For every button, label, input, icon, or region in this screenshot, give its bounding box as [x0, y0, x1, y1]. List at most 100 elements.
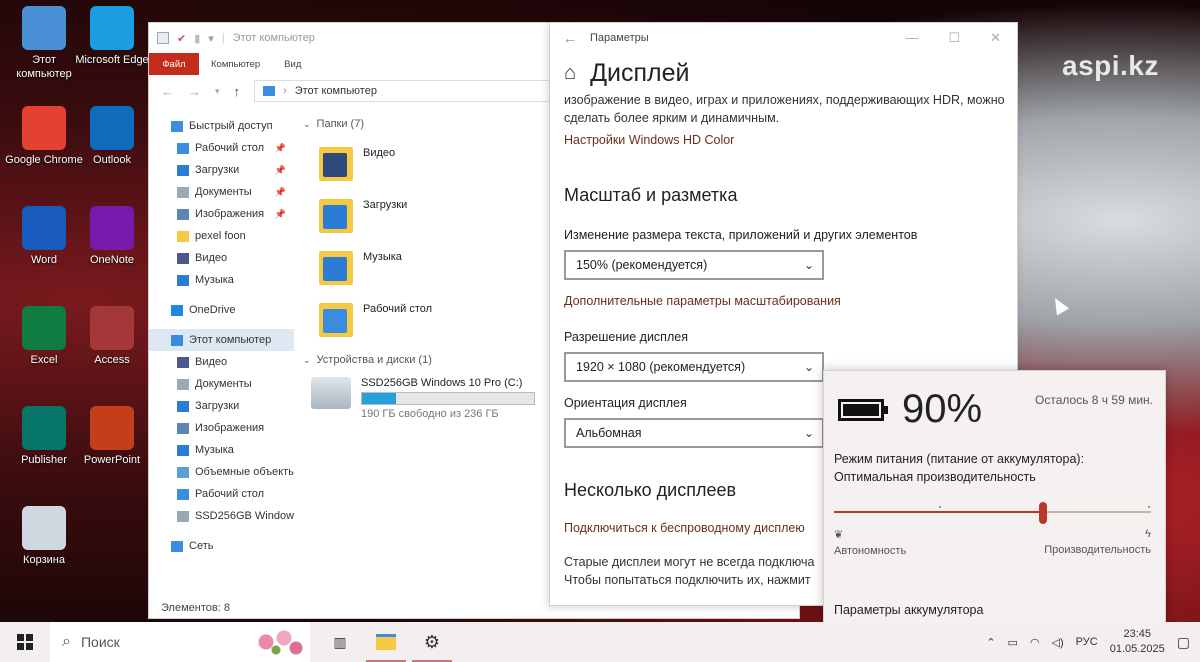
- up-arrow-icon[interactable]: ↑: [234, 84, 241, 99]
- quick-access-toolbar-icon[interactable]: [157, 32, 169, 44]
- search-placeholder: Поиск: [80, 634, 120, 650]
- clock-date: 01.05.2025: [1109, 643, 1165, 655]
- hdr-description: изображение в видео, играх и приложениях…: [564, 93, 1005, 125]
- chevron-down-icon: ⌄: [803, 426, 814, 440]
- recent-dropdown-icon[interactable]: ▾: [215, 86, 220, 97]
- nav-item-label: pexel foon: [195, 230, 246, 242]
- folder-icon[interactable]: ▮: [194, 32, 200, 45]
- drive-icon: [311, 377, 351, 409]
- home-icon[interactable]: ⌂: [564, 62, 576, 85]
- forward-arrow-icon[interactable]: →: [188, 84, 201, 99]
- drive-free-space: 190 ГБ свободно из 236 ГБ: [361, 408, 499, 420]
- resolution-dropdown[interactable]: 1920 × 1080 (рекомендуется) ⌄: [564, 352, 824, 382]
- powerpoint-icon: [90, 406, 134, 450]
- back-arrow-icon[interactable]: ←: [550, 30, 590, 46]
- nav-item[interactable]: Быстрый доступ: [149, 115, 294, 137]
- nav-item-label: SSD256GB Window: [195, 510, 294, 522]
- orientation-dropdown[interactable]: Альбомная ⌄: [564, 418, 824, 448]
- nav-item[interactable]: OneDrive: [149, 299, 294, 321]
- maximize-icon[interactable]: ☐: [948, 30, 960, 46]
- lightning-icon: ϟ: [1145, 528, 1151, 540]
- tab-computer[interactable]: Компьютер: [199, 53, 272, 75]
- desktop-icon-access[interactable]: Access: [72, 306, 152, 367]
- desktop-icon-recycle-bin[interactable]: Корзина: [4, 506, 84, 567]
- address-bar[interactable]: › Этот компьютер: [254, 80, 555, 102]
- power-mode-value: Оптимальная производительность: [834, 470, 1036, 484]
- desktop-icon: [177, 142, 189, 154]
- nav-item-label: Быстрый доступ: [189, 120, 273, 132]
- desktop-icon-label: Корзина: [23, 554, 65, 566]
- nav-item[interactable]: Загрузки: [149, 395, 294, 417]
- desktop-icon-label: Outlook: [93, 154, 131, 166]
- battery-icon: [838, 398, 888, 421]
- notifications-icon[interactable]: ▢: [1177, 634, 1190, 651]
- nav-item[interactable]: SSD256GB Window: [149, 505, 294, 527]
- language-indicator[interactable]: РУС: [1076, 636, 1098, 648]
- settings-gear-icon[interactable]: ⚙: [412, 630, 452, 662]
- chevron-down-icon[interactable]: ▾: [208, 32, 214, 45]
- advanced-scaling-link[interactable]: Дополнительные параметры масштабирования: [564, 294, 1007, 308]
- checkmark-icon[interactable]: ✔: [177, 32, 186, 45]
- scale-dropdown[interactable]: 150% (рекомендуется) ⌄: [564, 250, 824, 280]
- hd-color-link[interactable]: Настройки Windows HD Color: [564, 133, 1007, 147]
- minimize-icon[interactable]: —: [905, 30, 918, 46]
- slider-thumb[interactable]: [1039, 502, 1048, 524]
- nav-item[interactable]: Музыка: [149, 269, 294, 291]
- publisher-icon: [22, 406, 66, 450]
- desktop-icon: [177, 488, 189, 500]
- desktop-icon-powerpoint[interactable]: PowerPoint: [72, 406, 152, 467]
- desktop-icon-outlook[interactable]: Outlook: [72, 106, 152, 167]
- nav-item[interactable]: Загрузки 📌: [149, 159, 294, 181]
- desktop-icon-onenote[interactable]: OneNote: [72, 206, 152, 267]
- tab-file[interactable]: Файл: [149, 53, 199, 75]
- task-view-icon[interactable]: ▥: [328, 630, 352, 654]
- power-mode-slider[interactable]: [834, 502, 1151, 524]
- nav-item[interactable]: Изображения: [149, 417, 294, 439]
- nav-item[interactable]: Видео: [149, 247, 294, 269]
- chevron-down-icon: ⌄: [303, 118, 311, 129]
- chevron-up-icon[interactable]: ⌃: [986, 636, 995, 649]
- nav-item-label: Загрузки: [195, 400, 240, 412]
- nav-item[interactable]: pexel foon: [149, 225, 294, 247]
- nav-item[interactable]: Рабочий стол 📌: [149, 137, 294, 159]
- resolution-value: 1920 × 1080 (рекомендуется): [576, 360, 746, 374]
- chevron-down-icon: ⌄: [803, 360, 814, 374]
- start-button[interactable]: [0, 634, 50, 650]
- address-chevron-icon: ›: [283, 85, 287, 97]
- drive-usage-bar: [361, 392, 535, 405]
- star-icon: [171, 120, 183, 132]
- wifi-icon[interactable]: ◠: [1030, 636, 1040, 649]
- video-icon: [177, 356, 189, 368]
- nav-item[interactable]: Документы: [149, 373, 294, 395]
- desktop-icon-edge[interactable]: Microsoft Edge: [72, 6, 152, 67]
- file-explorer-taskbar-icon[interactable]: [366, 630, 406, 662]
- system-tray: ⌃ ▭ ◠ ◁) РУС 23:45 01.05.2025 ▢: [986, 627, 1200, 657]
- close-icon[interactable]: ✕: [990, 30, 1001, 46]
- folder-name: Рабочий стол: [363, 303, 433, 315]
- clock[interactable]: 23:45 01.05.2025: [1110, 627, 1165, 657]
- outlook-icon: [90, 106, 134, 150]
- tab-view[interactable]: Вид: [272, 53, 313, 75]
- nav-item[interactable]: Видео: [149, 351, 294, 373]
- pictures-icon: [177, 208, 189, 220]
- nav-item[interactable]: Музыка: [149, 439, 294, 461]
- volume-icon[interactable]: ◁): [1052, 636, 1064, 649]
- downloads-icon: [177, 164, 189, 176]
- folder-name: Видео: [363, 147, 396, 159]
- battery-tray-icon[interactable]: ▭: [1008, 636, 1018, 649]
- battery-settings-link[interactable]: Параметры аккумулятора: [824, 557, 1165, 617]
- folder-icon: [177, 230, 189, 242]
- nav-item[interactable]: Изображения 📌: [149, 203, 294, 225]
- nav-item[interactable]: Рабочий стол: [149, 483, 294, 505]
- nav-item[interactable]: Этот компьютер: [149, 329, 294, 351]
- search-box[interactable]: ⌕ Поиск: [50, 622, 310, 662]
- pin-icon: 📌: [274, 164, 286, 175]
- slider-filled-track: [834, 511, 1044, 513]
- back-arrow-icon[interactable]: ←: [161, 84, 174, 99]
- orientation-value: Альбомная: [576, 426, 642, 440]
- downloads-folder-icon: [319, 195, 353, 235]
- nav-item[interactable]: Объемные объекты: [149, 461, 294, 483]
- chrome-icon: [22, 106, 66, 150]
- nav-item[interactable]: Документы 📌: [149, 181, 294, 203]
- nav-item[interactable]: Сеть: [149, 535, 294, 557]
